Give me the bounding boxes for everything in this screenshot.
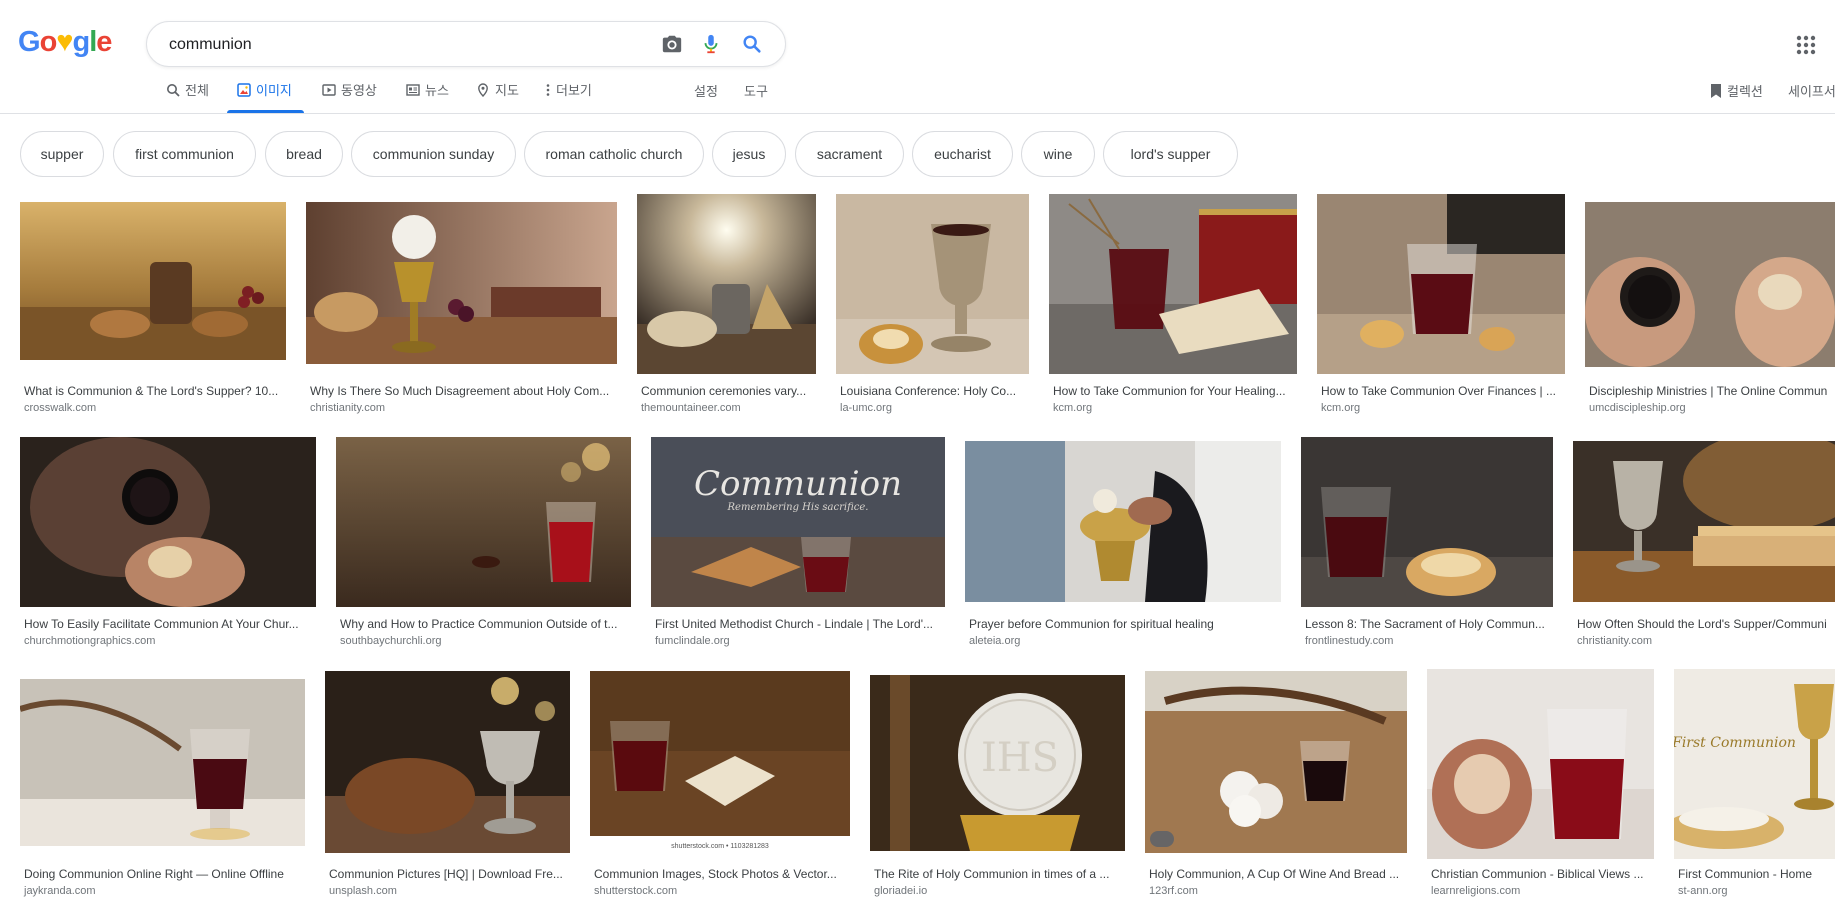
result-thumbnail[interactable] bbox=[325, 671, 570, 853]
video-icon bbox=[322, 83, 336, 97]
result-thumbnail[interactable] bbox=[20, 202, 286, 360]
result-thumbnail[interactable]: shutterstock.com • 1103281283 bbox=[590, 671, 850, 853]
chip-supper[interactable]: supper bbox=[20, 131, 104, 177]
tools-link[interactable]: 도구 bbox=[744, 81, 768, 100]
first-communion-overlay: First Communion bbox=[1674, 735, 1796, 751]
chip-bread[interactable]: bread bbox=[265, 131, 343, 177]
tag-icon bbox=[1150, 831, 1174, 847]
result-thumbnail[interactable] bbox=[1301, 437, 1553, 607]
result-thumbnail[interactable] bbox=[1317, 194, 1565, 374]
news-icon bbox=[406, 83, 420, 97]
image-result[interactable]: Communion Pictures [HQ] | Download Fre..… bbox=[325, 669, 570, 909]
microphone-icon[interactable] bbox=[700, 33, 722, 55]
image-result[interactable]: How to Take Communion Over Finances | ..… bbox=[1317, 194, 1565, 416]
image-result[interactable]: IHS The Rite of Holy Communion in times … bbox=[870, 669, 1125, 909]
map-pin-icon bbox=[476, 83, 490, 98]
tab-news[interactable]: 뉴스 bbox=[406, 80, 449, 113]
image-result[interactable]: How to Take Communion for Your Healing..… bbox=[1049, 194, 1297, 416]
image-result[interactable]: Prayer before Communion for spiritual he… bbox=[965, 437, 1281, 649]
search-box bbox=[146, 21, 786, 68]
image-result[interactable]: Christian Communion - Biblical Views ...… bbox=[1427, 669, 1654, 909]
result-thumbnail[interactable] bbox=[836, 194, 1029, 374]
bookmark-icon bbox=[1709, 83, 1723, 102]
overlay-subtitle: Remembering His sacrifice. bbox=[727, 502, 869, 513]
image-result[interactable]: How Often Should the Lord's Supper/Commu… bbox=[1573, 437, 1835, 649]
image-result[interactable]: shutterstock.com • 1103281283 Communion … bbox=[590, 669, 850, 909]
safesearch-link[interactable]: 세이프서 bbox=[1788, 81, 1835, 100]
image-result[interactable]: What is Communion & The Lord's Supper? 1… bbox=[20, 194, 286, 416]
header: Go♥gle 전체 이미지 동영상 뉴스 bbox=[0, 0, 1835, 114]
tab-maps[interactable]: 지도 bbox=[476, 80, 519, 113]
result-thumbnail[interactable]: First Communion bbox=[1674, 669, 1835, 859]
image-result[interactable]: How To Easily Facilitate Communion At Yo… bbox=[20, 437, 316, 649]
collections-link[interactable]: 컬렉션 bbox=[1709, 81, 1763, 102]
image-result[interactable]: Holy Communion, A Cup Of Wine And Bread … bbox=[1145, 669, 1407, 909]
tab-more[interactable]: 더보기 bbox=[545, 80, 592, 113]
tab-videos[interactable]: 동영상 bbox=[322, 80, 377, 113]
image-icon bbox=[237, 83, 251, 97]
tab-all[interactable]: 전체 bbox=[166, 80, 209, 113]
chip-communion-sunday[interactable]: communion sunday bbox=[351, 131, 516, 177]
result-thumbnail[interactable] bbox=[1049, 194, 1297, 374]
ihs-emblem: IHS bbox=[981, 735, 1059, 781]
communion-overlay-text: Communion bbox=[694, 464, 902, 504]
image-result[interactable]: Communion ceremonies vary... themountain… bbox=[637, 194, 816, 416]
result-thumbnail[interactable] bbox=[637, 194, 816, 374]
image-result[interactable]: Doing Communion Online Right — Online Of… bbox=[20, 669, 305, 909]
watermark-text: shutterstock.com • 1103281283 bbox=[671, 843, 769, 850]
image-result[interactable]: Lesson 8: The Sacrament of Holy Commun..… bbox=[1301, 437, 1553, 649]
result-thumbnail[interactable] bbox=[336, 437, 631, 607]
apps-grid-icon[interactable] bbox=[1796, 35, 1816, 55]
result-thumbnail[interactable]: IHS bbox=[870, 675, 1125, 851]
google-logo[interactable]: Go♥gle bbox=[18, 26, 112, 59]
search-icon bbox=[166, 83, 180, 97]
chip-jesus[interactable]: jesus bbox=[712, 131, 786, 177]
chip-lords-supper[interactable]: lord's supper bbox=[1103, 131, 1238, 177]
result-thumbnail[interactable]: Communion Remembering His sacrifice. bbox=[651, 437, 945, 607]
image-result[interactable]: Why Is There So Much Disagreement about … bbox=[306, 194, 617, 416]
image-result[interactable]: First Communion First Communion - Home s… bbox=[1674, 669, 1835, 909]
chip-eucharist[interactable]: eucharist bbox=[912, 131, 1013, 177]
more-vert-icon bbox=[545, 83, 551, 97]
settings-link[interactable]: 설정 bbox=[694, 81, 718, 100]
chip-roman-catholic-church[interactable]: roman catholic church bbox=[524, 131, 704, 177]
result-thumbnail[interactable] bbox=[1427, 669, 1654, 859]
result-thumbnail[interactable] bbox=[1145, 671, 1407, 853]
chip-wine[interactable]: wine bbox=[1021, 131, 1095, 177]
chip-first-communion[interactable]: first communion bbox=[113, 131, 256, 177]
image-result[interactable]: Why and How to Practice Communion Outsid… bbox=[336, 437, 631, 649]
image-result[interactable]: Discipleship Ministries | The Online Com… bbox=[1585, 194, 1835, 416]
search-icon[interactable] bbox=[741, 33, 763, 55]
tab-images[interactable]: 이미지 bbox=[227, 80, 304, 113]
result-thumbnail[interactable] bbox=[1573, 441, 1835, 602]
result-thumbnail[interactable] bbox=[306, 202, 617, 364]
camera-icon[interactable] bbox=[661, 33, 683, 55]
search-input[interactable] bbox=[167, 22, 641, 68]
result-thumbnail[interactable] bbox=[20, 679, 305, 846]
image-result[interactable]: Louisiana Conference: Holy Co... la-umc.… bbox=[836, 194, 1029, 416]
result-thumbnail[interactable] bbox=[20, 437, 316, 607]
result-thumbnail[interactable] bbox=[1585, 202, 1835, 367]
image-result[interactable]: Communion Remembering His sacrifice. Fir… bbox=[651, 437, 945, 649]
chip-sacrament[interactable]: sacrament bbox=[795, 131, 904, 177]
result-thumbnail[interactable] bbox=[965, 441, 1281, 602]
